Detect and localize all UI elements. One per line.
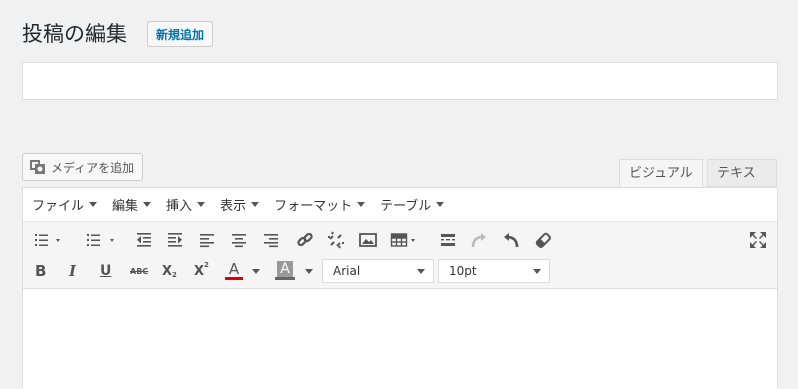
font-size-value: 10pt xyxy=(449,264,477,278)
add-media-button[interactable]: メディアを追加 xyxy=(22,153,144,181)
background-color-button[interactable]: A xyxy=(275,258,295,282)
redo-icon xyxy=(471,233,486,248)
font-family-value: Arial xyxy=(333,264,361,278)
editor-content-area[interactable] xyxy=(23,289,777,389)
caret-down-icon xyxy=(305,268,313,274)
caret-down-icon xyxy=(436,202,445,207)
table-icon xyxy=(390,233,415,247)
caret-down-icon xyxy=(143,202,152,207)
menu-label: 表示 xyxy=(220,199,247,214)
outdent-button[interactable] xyxy=(135,228,153,252)
menu-file[interactable]: ファイル xyxy=(32,195,98,214)
tab-visual[interactable]: ビジュアル xyxy=(619,159,703,187)
undo-icon xyxy=(504,233,519,248)
insert-link-button[interactable] xyxy=(296,228,314,252)
menu-format[interactable]: フォーマット xyxy=(274,195,366,214)
post-title-input[interactable] xyxy=(22,62,778,100)
unlink-icon xyxy=(328,231,344,249)
caret-down-icon xyxy=(89,202,98,207)
menu-label: フォーマット xyxy=(274,199,353,214)
text-color-letter: A xyxy=(228,259,240,278)
undo-button[interactable] xyxy=(502,228,520,252)
align-right-button[interactable] xyxy=(263,228,279,252)
table-button[interactable] xyxy=(390,228,420,252)
read-more-button[interactable] xyxy=(440,228,456,252)
caret-down-icon xyxy=(533,269,541,274)
strikethrough-button[interactable]: ABC xyxy=(130,259,148,283)
caret-down-icon xyxy=(252,268,260,274)
image-icon xyxy=(359,233,377,247)
caret-down-icon xyxy=(357,202,366,207)
tab-text[interactable]: テキスト xyxy=(707,159,777,208)
align-left-icon xyxy=(200,234,214,248)
align-center-icon xyxy=(232,234,246,248)
align-center-button[interactable] xyxy=(231,228,247,252)
text-color-button[interactable]: A xyxy=(225,258,243,282)
menu-edit[interactable]: 編集 xyxy=(112,195,152,214)
menu-label: 編集 xyxy=(112,199,139,214)
superscript-button[interactable]: X2 xyxy=(194,259,209,283)
read-more-icon xyxy=(441,234,455,246)
menu-label: ファイル xyxy=(32,199,85,214)
font-size-select[interactable]: 10pt xyxy=(438,259,550,283)
numbered-list-icon xyxy=(87,234,114,246)
subscript-letter: X xyxy=(162,263,173,279)
menu-view[interactable]: 表示 xyxy=(220,195,260,214)
add-new-button[interactable]: 新規追加 xyxy=(147,21,214,47)
underline-button[interactable]: U xyxy=(100,259,111,283)
eraser-icon xyxy=(535,232,551,248)
menu-table[interactable]: テーブル xyxy=(380,195,445,214)
menu-insert[interactable]: 挿入 xyxy=(166,195,206,214)
font-family-select[interactable]: Arial xyxy=(322,259,434,283)
indent-icon xyxy=(168,233,182,247)
add-media-label: メディアを追加 xyxy=(51,160,135,175)
outdent-icon xyxy=(137,233,151,247)
insert-image-button[interactable] xyxy=(359,228,377,252)
caret-down-icon xyxy=(251,202,260,207)
media-icon xyxy=(29,159,47,175)
background-color-letter: A xyxy=(277,260,293,277)
clear-formatting-button[interactable] xyxy=(534,228,552,252)
text-color-swatch xyxy=(225,276,243,280)
superscript-letter: X xyxy=(194,263,205,279)
bold-button[interactable]: B xyxy=(35,259,46,283)
fullscreen-button[interactable] xyxy=(749,228,767,252)
remove-link-button[interactable] xyxy=(327,228,345,252)
redo-button[interactable] xyxy=(470,228,488,252)
caret-down-icon xyxy=(197,202,206,207)
caret-down-icon xyxy=(417,269,425,274)
editor: ファイル 編集 挿入 表示 フォーマット テーブル B I U ABC X 2 … xyxy=(22,187,778,389)
bullet-list-icon xyxy=(35,234,60,246)
link-icon xyxy=(297,232,313,247)
subscript-button[interactable]: X2 xyxy=(162,259,177,283)
align-left-button[interactable] xyxy=(199,228,215,252)
italic-button[interactable]: I xyxy=(69,259,76,283)
superscript-mark: 2 xyxy=(204,261,209,269)
text-color-dropdown[interactable] xyxy=(252,259,260,283)
background-color-dropdown[interactable] xyxy=(305,259,313,283)
page-title: 投稿の編集 xyxy=(22,22,127,46)
editor-toolbar: B I U ABC X2 X2 A A Arial 10pt xyxy=(23,222,777,289)
expand-icon xyxy=(750,232,766,248)
align-right-icon xyxy=(264,234,278,248)
indent-button[interactable] xyxy=(166,228,184,252)
menu-label: 挿入 xyxy=(166,199,193,214)
numbered-list-button[interactable] xyxy=(85,228,117,252)
subscript-mark: 2 xyxy=(172,271,177,279)
editor-menubar: ファイル 編集 挿入 表示 フォーマット テーブル xyxy=(23,188,777,222)
bullet-list-button[interactable] xyxy=(33,228,63,252)
background-color-swatch xyxy=(275,276,295,280)
menu-label: テーブル xyxy=(380,199,432,214)
